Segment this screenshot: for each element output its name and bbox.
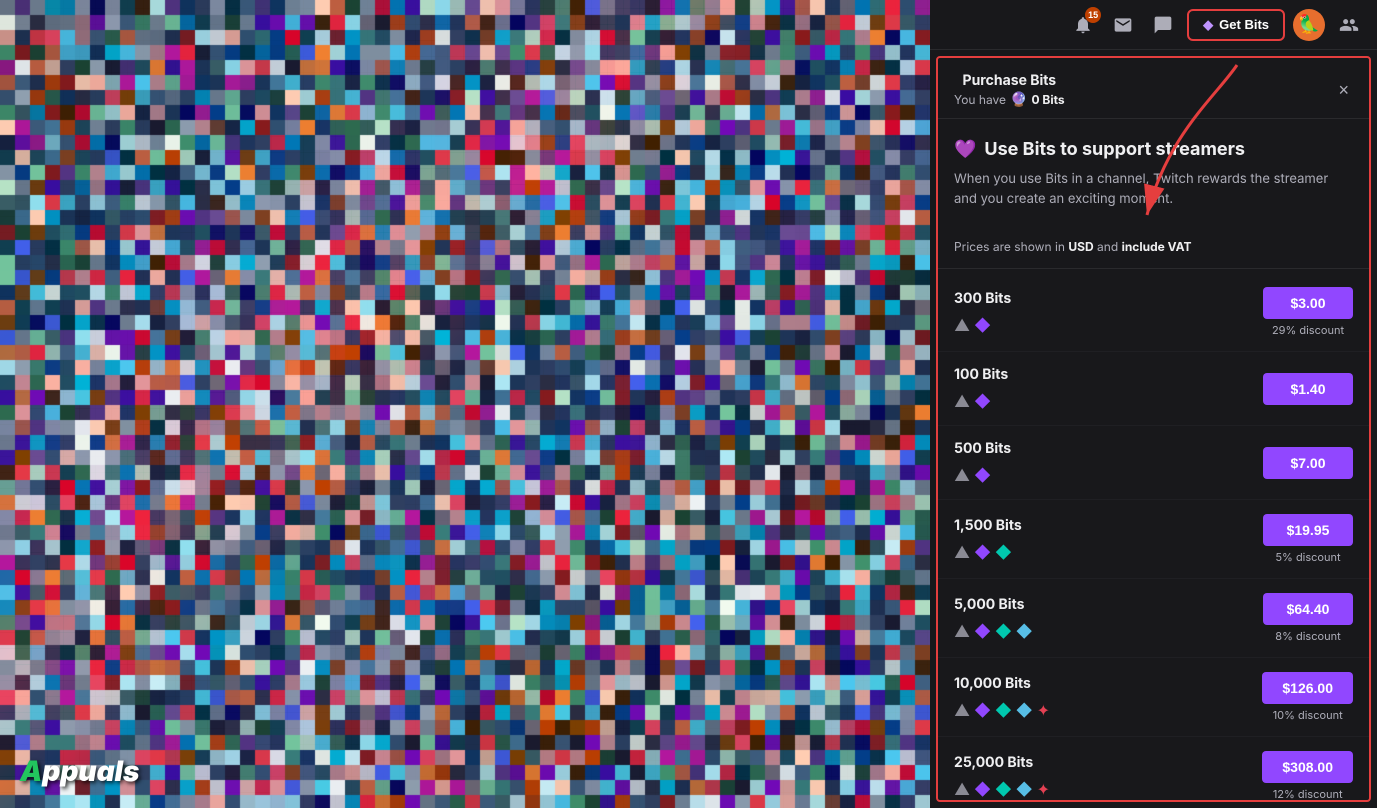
panel-header: Purchase Bits You have 🔮 0 Bits × [938,58,1369,119]
gem-gray: ▲ [954,700,970,720]
gem-red: ✦ [1037,779,1050,799]
discount-badge: 5% discount [1275,550,1340,564]
purchase-panel[interactable]: Purchase Bits You have 🔮 0 Bits × 💜 Use … [938,58,1369,800]
bits-amount: 1,500 Bits [954,517,1022,534]
promo-title: 💜 Use Bits to support streamers [954,139,1353,160]
gem-icon: ◆ [1203,17,1213,33]
bits-package-item[interactable]: 25,000 Bits ▲◆◆◆✦ $308.00 12% discount [938,737,1369,800]
purchase-panel-container: Purchase Bits You have 🔮 0 Bits × 💜 Use … [936,56,1371,802]
bits-item-right: $3.00 29% discount [1263,287,1353,337]
bits-amount: 100 Bits [954,366,1008,383]
gem-gray: ▲ [954,391,970,411]
gem-purple: ◆ [974,315,991,335]
gem-gray: ▲ [954,542,970,562]
bits-package-item[interactable]: 5,000 Bits ▲◆◆◆ $64.40 8% discount [938,579,1369,658]
discount-badge: 29% discount [1272,323,1344,337]
appuals-watermark: Appuals [20,754,139,788]
bits-item-left: 25,000 Bits ▲◆◆◆✦ [954,754,1050,799]
purchase-price-button[interactable]: $126.00 [1262,672,1353,704]
panel-subtitle: You have 🔮 0 Bits [954,91,1065,108]
bits-gems: ▲◆ [954,391,1008,411]
watermark-a: A [20,754,42,788]
price-note: Prices are shown in USD and include VAT [938,239,1369,269]
gem-teal: ◆ [995,700,1012,720]
gem-purple: ◆ [974,465,991,485]
bits-gems: ▲◆◆◆ [954,621,1033,641]
gem-blue: ◆ [1016,700,1033,720]
bits-item-right: $126.00 10% discount [1262,672,1353,722]
bits-packages-list: 300 Bits ▲◆ $3.00 29% discount 100 Bits … [938,269,1369,800]
purchase-price-button[interactable]: $19.95 [1263,514,1353,546]
chat-button[interactable] [1147,9,1179,41]
bits-gems: ▲◆ [954,465,1011,485]
gem-teal: ◆ [995,779,1012,799]
gem-purple: ◆ [974,700,991,720]
promo-emoji: 💜 [954,139,976,160]
gem-gray: ▲ [954,621,970,641]
bits-package-item[interactable]: 300 Bits ▲◆ $3.00 29% discount [938,273,1369,352]
gem-gray: ▲ [954,465,970,485]
bits-package-item[interactable]: 10,000 Bits ▲◆◆◆✦ $126.00 10% discount [938,658,1369,737]
bits-item-left: 500 Bits ▲◆ [954,440,1011,485]
purchase-price-button[interactable]: $7.00 [1263,447,1353,479]
notification-count: 15 [1085,7,1101,23]
gem-red: ✦ [1037,700,1050,720]
discount-badge: 10% discount [1273,708,1343,722]
bits-item-left: 300 Bits ▲◆ [954,290,1011,335]
gem-gray: ▲ [954,779,970,799]
bits-amount: 10,000 Bits [954,675,1050,692]
promo-section: 💜 Use Bits to support streamers When you… [938,119,1369,239]
bits-package-item[interactable]: 1,500 Bits ▲◆◆ $19.95 5% discount [938,500,1369,579]
bits-item-left: 100 Bits ▲◆ [954,366,1008,411]
bits-gems: ▲◆◆◆✦ [954,779,1050,799]
get-bits-button[interactable]: ◆ Get Bits [1187,9,1285,41]
bits-item-left: 10,000 Bits ▲◆◆◆✦ [954,675,1050,720]
bits-amount: 5,000 Bits [954,596,1033,613]
bits-item-right: $1.40 [1263,373,1353,405]
purchase-price-button[interactable]: $1.40 [1263,373,1353,405]
bits-amount: 500 Bits [954,440,1011,457]
discount-badge: 8% discount [1275,629,1340,643]
bits-item-right: $7.00 [1263,447,1353,479]
manage-following-button[interactable] [1333,9,1365,41]
panel-header-info: Purchase Bits You have 🔮 0 Bits [954,72,1065,108]
top-navbar: 15 ◆ Get Bits 🦜 [930,0,1377,50]
promo-description: When you use Bits in a channel, Twitch r… [954,170,1353,209]
purchase-price-button[interactable]: $3.00 [1263,287,1353,319]
gem-blue: ◆ [1016,779,1033,799]
panel-title: Purchase Bits [954,72,1065,89]
gem-teal: ◆ [995,542,1012,562]
bits-gems-small: 🔮 [1010,91,1027,108]
purchase-price-button[interactable]: $64.40 [1263,593,1353,625]
gem-purple: ◆ [974,391,991,411]
gem-teal: ◆ [995,621,1012,641]
bits-item-right: $64.40 8% discount [1263,593,1353,643]
user-avatar-button[interactable]: 🦜 [1293,9,1325,41]
gem-purple: ◆ [974,779,991,799]
notifications-button[interactable]: 15 [1067,9,1099,41]
bits-gems: ▲◆◆ [954,542,1022,562]
bits-gems: ▲◆◆◆✦ [954,700,1050,720]
bits-amount: 25,000 Bits [954,754,1050,771]
close-panel-button[interactable]: × [1334,77,1353,103]
bits-item-right: $308.00 12% discount [1262,751,1353,800]
messages-button[interactable] [1107,9,1139,41]
bits-item-right: $19.95 5% discount [1263,514,1353,564]
bits-package-item[interactable]: 500 Bits ▲◆ $7.00 [938,426,1369,500]
bits-item-left: 1,500 Bits ▲◆◆ [954,517,1022,562]
video-background [0,0,930,808]
gem-blue: ◆ [1016,621,1033,641]
right-panel: 15 ◆ Get Bits 🦜 [930,0,1377,808]
bits-gems: ▲◆ [954,315,1011,335]
bits-package-item[interactable]: 100 Bits ▲◆ $1.40 [938,352,1369,426]
gem-gray: ▲ [954,315,970,335]
gem-purple: ◆ [974,542,991,562]
bits-amount: 300 Bits [954,290,1011,307]
gem-purple: ◆ [974,621,991,641]
purchase-price-button[interactable]: $308.00 [1262,751,1353,783]
discount-badge: 12% discount [1273,787,1343,800]
bits-item-left: 5,000 Bits ▲◆◆◆ [954,596,1033,641]
bits-owned-count: 0 Bits [1032,92,1065,107]
